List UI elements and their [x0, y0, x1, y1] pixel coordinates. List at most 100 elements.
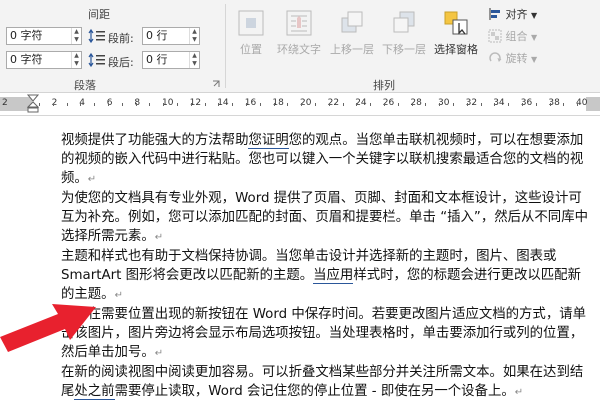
paragraph-5-underlined: 处之前 — [74, 384, 115, 400]
paragraph-3-underlined: 当应用 — [313, 268, 354, 284]
document-body[interactable]: 视频提供了功能强大的方法帮助您证明您的观点。当您单击联机视频时，可以在想要添加的… — [61, 131, 593, 402]
horizontal-ruler[interactable]: 2 2 4 6 8 10 12 14 16 18 20 22 24 26 28 30 32 34 36 38 40 — [0, 93, 600, 116]
space-before-label: 段前: — [108, 32, 134, 45]
paragraph-mark-icon: ↵ — [154, 348, 164, 359]
space-after-spinner-icon[interactable]: ▲ ▼ — [189, 52, 199, 68]
bring-forward-label: 上移一层 — [330, 43, 374, 56]
indent-marker-icon[interactable] — [27, 94, 39, 114]
ruler-tick — [190, 103, 192, 106]
position-button[interactable]: 位置 — [232, 8, 270, 57]
ribbon: 间距 0 字符 ▲ ▼ 0 字符 ▲ ▼ 段前: 0 行 ▲ ▼ 段后: 0 行 ▲ ▼… — [0, 0, 600, 93]
indent-right-spinner-icon[interactable]: ▲ ▼ — [71, 52, 81, 68]
ruler-tick — [149, 103, 151, 106]
send-backward-label: 下移一层 — [382, 43, 426, 56]
space-after-input[interactable]: 0 行 ▲ ▼ — [142, 51, 200, 69]
paragraph-5[interactable]: 在新的阅读视图中阅读更加容易。可以折叠文档某些部分并关注所需文本。如果在达到结尾… — [61, 363, 593, 402]
ruler-tick — [383, 103, 385, 106]
paragraph-1-text-a: 视频提供了功能强大的方法帮助 — [61, 133, 249, 148]
ruler-tick — [245, 103, 247, 106]
ruler-tick — [232, 103, 234, 106]
paragraph-mark-icon: ↵ — [154, 232, 164, 243]
ruler-tick — [466, 103, 468, 106]
ruler-tick — [80, 103, 82, 106]
ruler-tick — [577, 103, 579, 106]
ruler-tick — [259, 103, 261, 106]
position-icon — [238, 10, 264, 36]
paragraph-1-underlined: 您证明 — [248, 133, 289, 149]
ruler-tick — [494, 103, 496, 106]
space-after-icon — [88, 52, 105, 68]
rotate-label: 旋转 — [505, 52, 528, 65]
ruler-tick — [107, 103, 109, 106]
space-after-value: 0 行 — [146, 53, 168, 66]
selection-pane-button[interactable]: 选择窗格 — [430, 8, 482, 57]
space-after-label: 段后: — [108, 56, 134, 69]
paragraph-2[interactable]: 为使您的文档具有专业外观，Word 提供了页眉、页脚、封面和文本框设计，这些设计… — [61, 189, 593, 247]
paragraph-1[interactable]: 视频提供了功能强大的方法帮助您证明您的观点。当您单击联机视频时，可以在想要添加的… — [61, 131, 593, 189]
indent-right-value: 0 字符 — [10, 53, 43, 66]
send-backward-button[interactable]: 下移一层 — [378, 8, 430, 57]
ruler-tick — [301, 103, 303, 106]
ruler-tick — [563, 103, 565, 106]
indent-right-input[interactable]: 0 字符 ▲ ▼ — [6, 51, 82, 69]
space-before-value: 0 行 — [146, 29, 168, 42]
align-dropdown-icon: ▼ — [531, 11, 538, 20]
send-backward-icon — [393, 11, 415, 33]
group-separator — [225, 4, 226, 88]
ruler-tick — [439, 103, 441, 106]
ruler-tick — [535, 103, 537, 106]
rotate-button[interactable]: 旋转 ▼ — [488, 50, 537, 68]
group-icon — [488, 29, 502, 43]
ruler-tick — [397, 103, 399, 106]
ruler-tick — [38, 103, 40, 106]
ruler-tick — [287, 103, 289, 106]
paragraph-3[interactable]: 主题和样式也有助于文档保持协调。当您单击设计并选择新的主题时，图片、图表或 Sm… — [61, 247, 593, 305]
align-label: 对齐 — [505, 8, 528, 21]
position-label: 位置 — [240, 43, 262, 56]
indent-left-spinner-icon[interactable]: ▲ ▼ — [71, 28, 81, 44]
indent-left-input[interactable]: 0 字符 ▲ ▼ — [6, 27, 82, 45]
space-before-icon — [88, 28, 105, 44]
align-icon — [489, 8, 500, 20]
spacing-label: 间距 — [88, 8, 110, 21]
ruler-tick — [411, 103, 413, 106]
ruler-tick — [314, 103, 316, 106]
ruler-tick — [121, 103, 123, 106]
ruler-tick — [370, 103, 372, 106]
group-button[interactable]: 组合 ▼ — [488, 28, 537, 46]
red-arrow-icon — [0, 304, 96, 352]
wrap-text-button[interactable]: 环绕文字 — [272, 8, 326, 57]
paragraph-dialog-launcher-icon[interactable] — [212, 80, 220, 88]
selection-pane-label: 选择窗格 — [434, 43, 478, 56]
ruler-right-margin — [586, 97, 600, 111]
ruler-tick — [273, 103, 275, 106]
ruler-number: 2 — [2, 98, 8, 108]
ruler-tick — [94, 103, 96, 106]
ruler-tick — [452, 103, 454, 106]
ruler-tick — [176, 103, 178, 106]
align-button[interactable]: 对齐 ▼ — [488, 6, 537, 24]
paragraph-5-text-b: 需要停止读取，Word 会记住您的停止位置 - 即使在另一个设备上。 — [114, 384, 515, 399]
arrange-group-label: 排列 — [373, 79, 395, 92]
selection-pane-icon — [444, 11, 468, 35]
space-before-spinner-icon[interactable]: ▲ ▼ — [189, 28, 199, 44]
paragraph-4[interactable]: 使用在需要位置出现的新按钮在 Word 中保存时间。若要更改图片适应文档的方式，… — [61, 305, 593, 363]
bring-forward-button[interactable]: 上移一层 — [326, 8, 378, 57]
ruler-tick — [508, 103, 510, 106]
ruler-tick — [163, 103, 165, 106]
ruler-tick — [218, 103, 220, 106]
paragraph-2-text: 为使您的文档具有专业外观，Word 提供了页眉、页脚、封面和文本框设计，这些设计… — [61, 191, 588, 244]
wrap-text-label: 环绕文字 — [277, 43, 321, 56]
ruler-tick — [342, 103, 344, 106]
space-before-input[interactable]: 0 行 ▲ ▼ — [142, 27, 200, 45]
paragraph-group-label: 段落 — [74, 79, 96, 92]
paragraph-4-text: 使用在需要位置出现的新按钮在 Word 中保存时间。若要更改图片适应文档的方式，… — [61, 307, 586, 360]
group-label: 组合 — [505, 30, 528, 43]
ruler-tick — [135, 103, 137, 106]
wrap-text-icon — [286, 10, 312, 36]
ruler-tick — [204, 103, 206, 106]
ruler-tick — [328, 103, 330, 106]
ruler-tick — [52, 103, 54, 106]
paragraph-mark-icon: ↵ — [87, 174, 97, 185]
paragraph-mark-icon: ↵ — [514, 387, 524, 398]
